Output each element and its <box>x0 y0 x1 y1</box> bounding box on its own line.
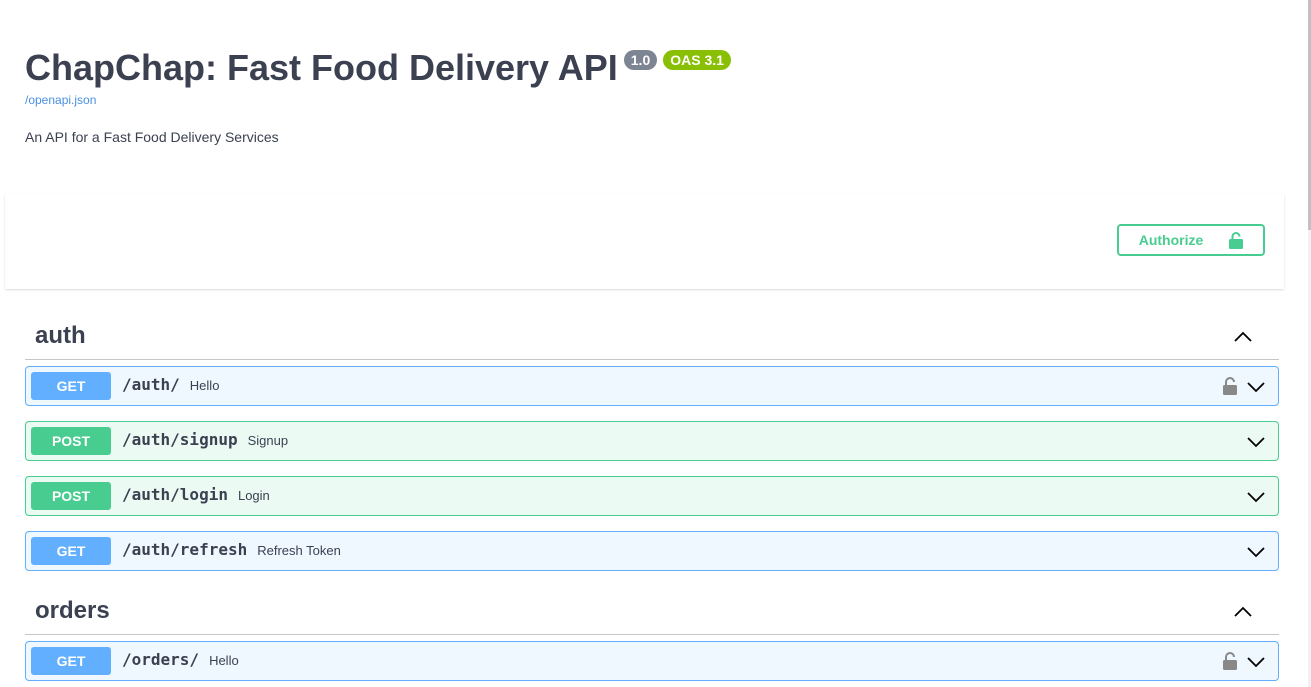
method-badge: GET <box>31 372 111 400</box>
api-title: ChapChap: Fast Food Delivery API <box>25 47 618 88</box>
operation-summary: Hello <box>189 378 220 393</box>
operation-post-auth-login[interactable]: POST /auth/login Login <box>25 476 1279 516</box>
chevron-down-icon[interactable] <box>1246 377 1266 397</box>
operation-path: /auth/login Login <box>122 485 270 506</box>
operation-path: /auth/Hello <box>122 375 219 396</box>
oas-badge: OAS 3.1 <box>663 50 731 70</box>
method-badge: POST <box>31 427 111 455</box>
authorize-button[interactable]: Authorize <box>1117 224 1265 256</box>
api-description: An API for a Fast Food Delivery Services <box>25 129 279 145</box>
swagger-page: ChapChap: Fast Food Delivery API 1.0 OAS… <box>0 0 1311 687</box>
operation-summary: Hello <box>209 653 239 668</box>
chevron-down-icon[interactable] <box>1246 652 1266 672</box>
unlocked-lock-icon <box>1229 232 1244 249</box>
operation-summary: Refresh Token <box>257 543 341 558</box>
api-info: ChapChap: Fast Food Delivery API 1.0 OAS… <box>25 46 1225 146</box>
operation-get-orders[interactable]: GET /orders/Hello <box>25 641 1279 681</box>
chevron-down-icon[interactable] <box>1246 432 1266 452</box>
tag-section-auth: auth <box>25 313 1279 360</box>
tag-name: orders <box>35 597 110 624</box>
scheme-container: Authorize <box>5 194 1284 289</box>
tag-name: auth <box>35 322 86 349</box>
method-badge: GET <box>31 647 111 675</box>
operation-summary: Login <box>237 488 270 503</box>
path-text: /auth/refresh <box>122 540 248 559</box>
spec-link[interactable]: /openapi.json <box>25 92 1225 108</box>
operation-get-auth-refresh[interactable]: GET /auth/refresh Refresh Token <box>25 531 1279 571</box>
path-text: /auth/login <box>122 485 228 504</box>
path-text: /orders/ <box>122 650 200 669</box>
unlocked-lock-icon[interactable] <box>1222 651 1238 671</box>
title-row: ChapChap: Fast Food Delivery API 1.0 OAS… <box>25 46 1225 90</box>
operation-summary: Signup <box>247 433 289 448</box>
tag-header-orders[interactable]: orders <box>25 588 1279 635</box>
chevron-up-icon[interactable] <box>1233 602 1253 622</box>
chevron-down-icon[interactable] <box>1246 542 1266 562</box>
operation-path: /auth/signup Signup <box>122 430 288 451</box>
tag-section-orders: orders <box>25 588 1279 635</box>
operation-path: /auth/refresh Refresh Token <box>122 540 341 561</box>
operation-post-auth-signup[interactable]: POST /auth/signup Signup <box>25 421 1279 461</box>
path-text: /auth/ <box>122 375 180 394</box>
path-text: /auth/signup <box>122 430 238 449</box>
chevron-up-icon[interactable] <box>1233 327 1253 347</box>
method-badge: POST <box>31 482 111 510</box>
authorize-label: Authorize <box>1138 232 1204 248</box>
operation-path: /orders/Hello <box>122 650 239 671</box>
method-badge: GET <box>31 537 111 565</box>
operation-get-auth[interactable]: GET /auth/Hello <box>25 366 1279 406</box>
version-badge: 1.0 <box>623 50 658 70</box>
chevron-down-icon[interactable] <box>1246 487 1266 507</box>
unlocked-lock-icon[interactable] <box>1222 376 1238 396</box>
tag-header-auth[interactable]: auth <box>25 313 1279 360</box>
